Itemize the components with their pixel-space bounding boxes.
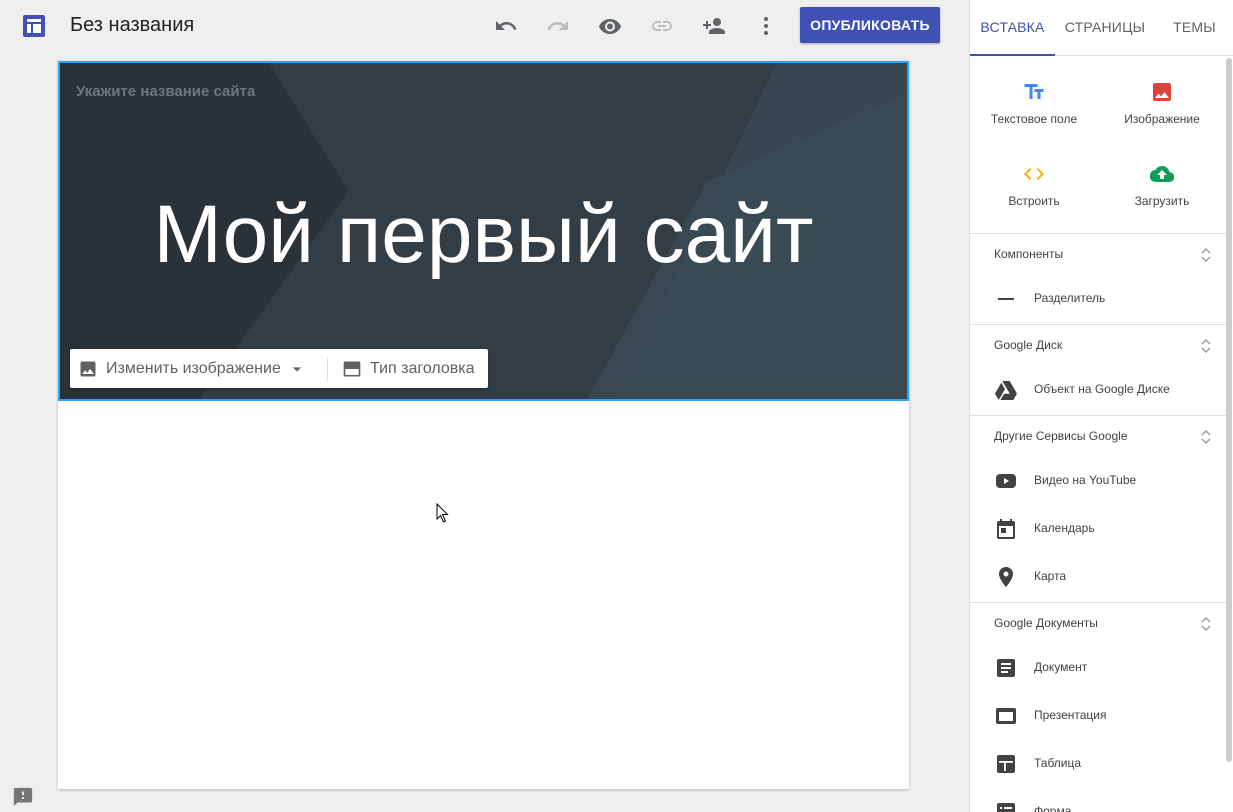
insert-form-item[interactable]: Форма [970,790,1226,812]
item-label: Карта [1034,569,1067,583]
quick-label: Текстовое поле [990,112,1078,126]
item-label: Таблица [1034,756,1082,770]
toolbar-divider [327,357,328,381]
item-label: Объект на Google Диске [1034,382,1170,396]
preview-icon[interactable] [598,14,622,38]
section-title: Компоненты [994,247,1064,261]
insert-drive-item[interactable]: Объект на Google Диске [970,368,1226,412]
section-components-header[interactable]: Компоненты [970,233,1226,279]
item-label: Календарь [1034,521,1095,535]
section-other-services-header[interactable]: Другие Сервисы Google [970,415,1226,461]
section-title: Google Документы [994,616,1098,630]
insert-youtube-item[interactable]: Видео на YouTube [970,459,1226,503]
item-label: Документ [1034,660,1088,674]
share-icon[interactable] [702,14,726,38]
header-type-label: Тип заголовка [370,359,475,377]
item-label: Разделитель [1034,291,1106,305]
calendar-icon [997,519,1015,539]
document-icon [997,659,1015,677]
insert-map-item[interactable]: Карта [970,555,1226,599]
forms-icon [997,803,1015,812]
hero-title[interactable]: Мой первый сайт [60,188,907,282]
header-type-button[interactable]: Тип заголовка [342,349,475,388]
site-header-block[interactable]: Укажите название сайта Мой первый сайт И… [58,61,909,401]
youtube-icon [996,474,1016,488]
insert-image-button[interactable]: Изображение [1098,80,1226,126]
map-pin-icon [999,567,1013,587]
image-icon [1153,83,1171,101]
upload-button[interactable]: Загрузить [1098,162,1226,208]
item-label: Презентация [1034,708,1107,722]
insert-panel: ВСТАВКА СТРАНИЦЫ ТЕМЫ Текстовое поле Изо… [969,0,1233,812]
tab-insert[interactable]: ВСТАВКА [970,0,1055,56]
header-type-icon [343,361,361,376]
quick-label: Изображение [1124,112,1200,126]
undo-icon[interactable] [494,14,518,38]
divider-icon [998,298,1014,300]
insert-spreadsheet-item[interactable]: Таблица [970,742,1226,786]
mouse-cursor-icon [436,503,449,523]
drive-icon [995,381,1017,400]
text-box-icon [1024,84,1044,99]
collapse-chevron-icon[interactable] [1200,338,1212,354]
tab-themes[interactable]: ТЕМЫ [1155,0,1233,56]
item-label: Форма [1034,804,1072,812]
upload-icon [1150,165,1174,183]
panel-scrollbar[interactable] [1226,58,1232,762]
document-title[interactable]: Без названия [70,14,194,37]
change-image-button[interactable]: Изменить изображение [78,349,307,388]
section-title: Другие Сервисы Google [994,429,1128,443]
more-icon[interactable] [754,14,778,38]
collapse-chevron-icon[interactable] [1200,247,1212,263]
feedback-icon[interactable] [12,786,34,808]
top-bar: Без названия ОПУБЛИКОВАТЬ [0,0,969,52]
sites-logo-icon[interactable] [22,14,46,38]
collapse-chevron-icon[interactable] [1200,429,1212,445]
header-toolbar: Изменить изображение Тип заголовка [70,349,488,388]
change-image-label: Изменить изображение [106,359,281,377]
insert-text-box-button[interactable]: Текстовое поле [970,80,1098,126]
redo-icon[interactable] [546,14,570,38]
publish-button[interactable]: ОПУБЛИКОВАТЬ [800,7,940,43]
insert-document-item[interactable]: Документ [970,646,1226,690]
link-icon[interactable] [650,14,674,38]
item-label: Видео на YouTube [1034,473,1137,487]
slides-icon [996,708,1016,724]
section-google-docs-header[interactable]: Google Документы [970,602,1226,648]
section-title: Google Диск [994,338,1063,352]
site-name-placeholder[interactable]: Укажите название сайта [76,83,255,100]
insert-presentation-item[interactable]: Презентация [970,694,1226,738]
insert-calendar-item[interactable]: Календарь [970,507,1226,551]
image-icon [80,361,96,376]
insert-divider-item[interactable]: Разделитель [970,277,1226,321]
quick-label: Загрузить [1134,194,1190,208]
panel-tabs: ВСТАВКА СТРАНИЦЫ ТЕМЫ [970,0,1233,56]
dropdown-arrow-icon [292,366,302,371]
section-drive-header[interactable]: Google Диск [970,324,1226,370]
tab-pages[interactable]: СТРАНИЦЫ [1055,0,1155,56]
quick-label: Встроить [1008,194,1060,208]
embed-icon [1024,168,1044,180]
page-canvas[interactable]: Укажите название сайта Мой первый сайт И… [58,61,909,789]
sheets-icon [997,755,1015,773]
insert-embed-button[interactable]: Встроить [970,162,1098,208]
collapse-chevron-icon[interactable] [1200,616,1212,632]
